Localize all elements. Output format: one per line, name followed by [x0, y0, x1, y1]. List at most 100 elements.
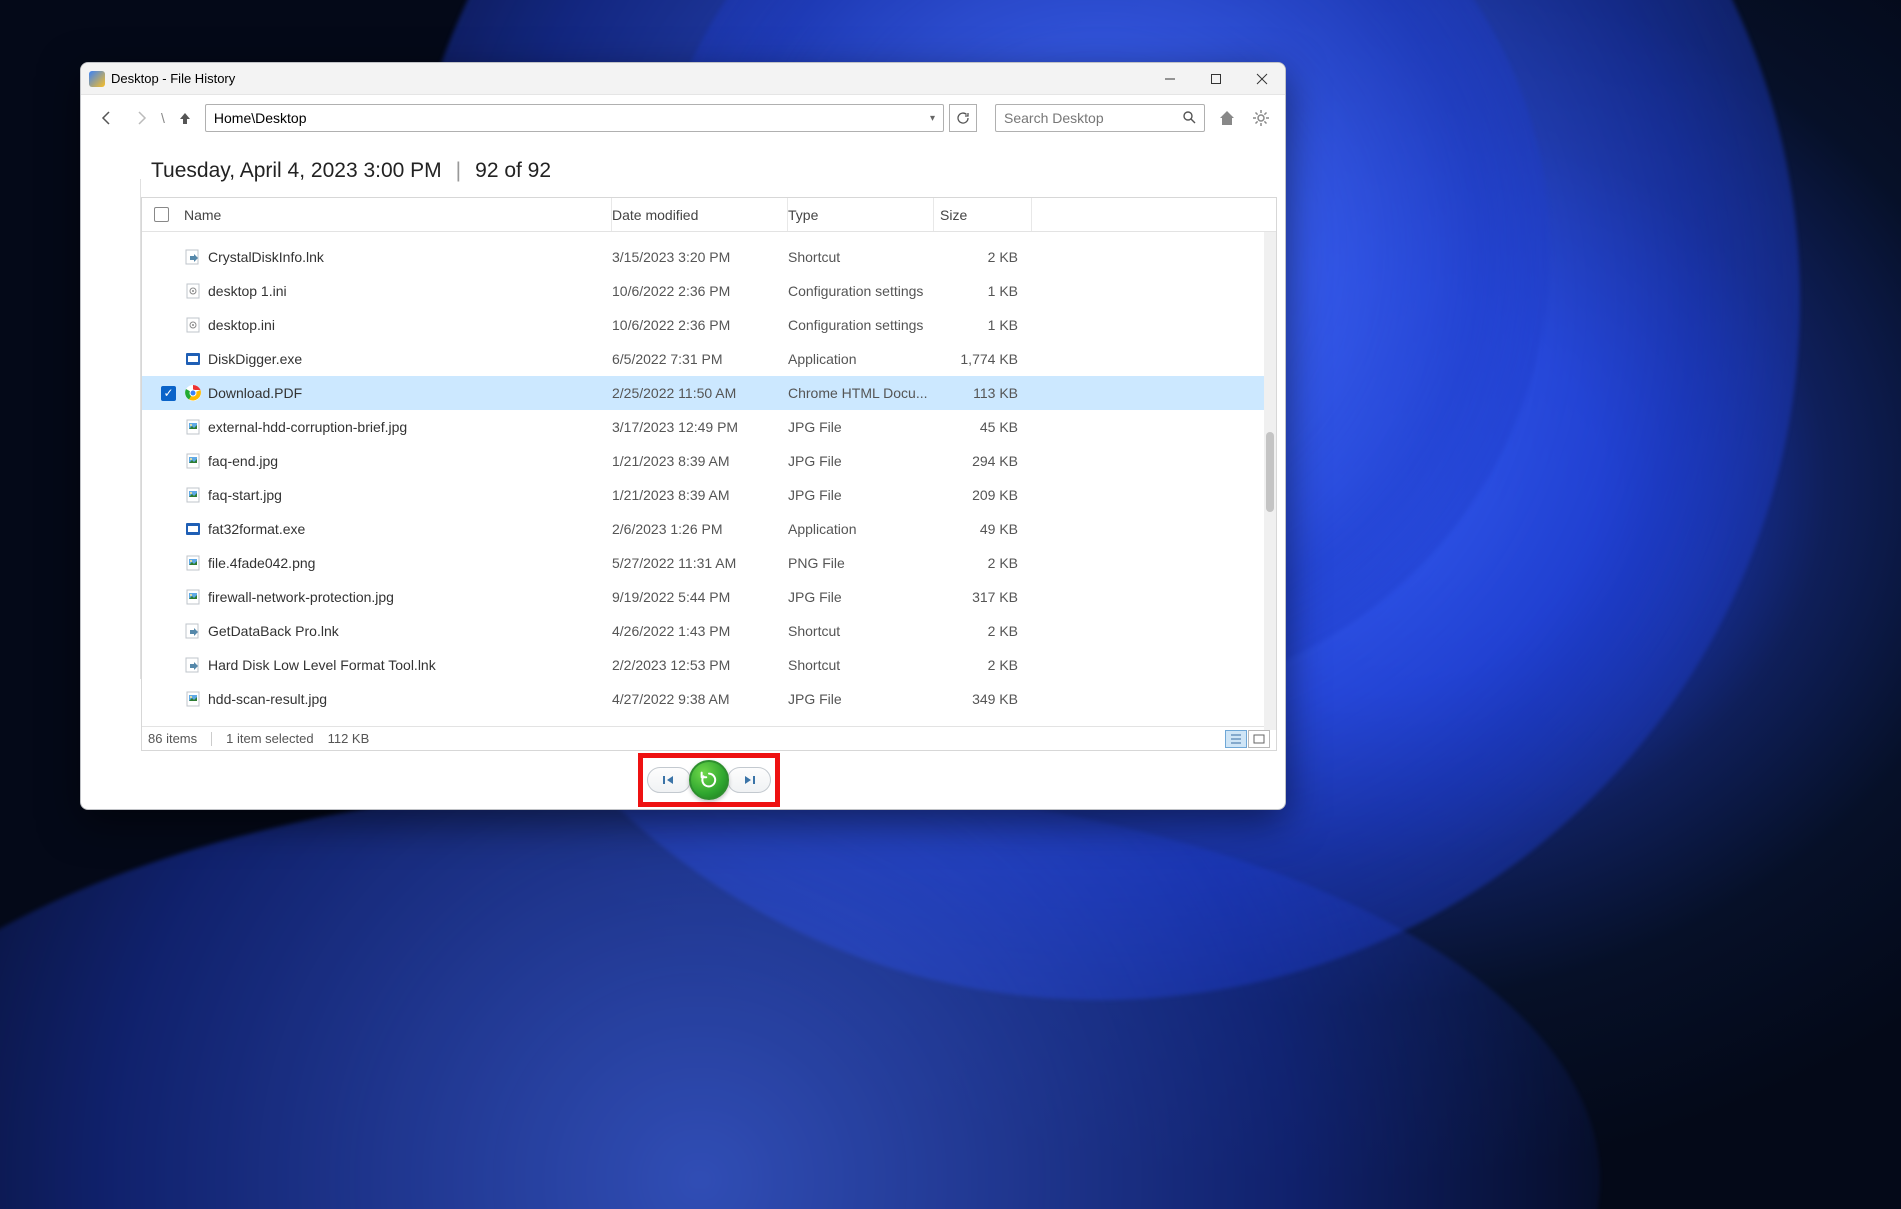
file-name: CrystalDiskInfo.lnk [208, 249, 324, 265]
file-type: PNG File [788, 555, 934, 571]
file-type: Chrome HTML Docu... [788, 385, 934, 401]
search-placeholder: Search Desktop [1004, 110, 1104, 126]
row-checkbox[interactable] [142, 386, 180, 401]
file-size: 45 KB [934, 419, 1032, 435]
file-name-cell[interactable]: file.4fade042.png [180, 554, 612, 572]
search-icon [1182, 110, 1196, 127]
file-size: 2 KB [934, 657, 1032, 673]
file-date: 3/17/2023 12:49 PM [612, 419, 788, 435]
path-separator: \ [161, 110, 165, 126]
table-row[interactable]: Download.PDF2/25/2022 11:50 AMChrome HTM… [142, 376, 1276, 410]
file-date: 2/2/2023 12:53 PM [612, 657, 788, 673]
png-icon [184, 554, 202, 572]
chevron-down-icon[interactable]: ▾ [930, 113, 935, 124]
table-row[interactable]: firewall-network-protection.jpg9/19/2022… [142, 580, 1276, 614]
file-name: desktop.ini [208, 317, 275, 333]
table-row[interactable]: desktop.ini10/6/2022 2:36 PMConfiguratio… [142, 308, 1276, 342]
file-name-cell[interactable]: GetDataBack Pro.lnk [180, 622, 612, 640]
column-headers: Name ⌃ Date modified Type Size [142, 198, 1276, 232]
file-name-cell[interactable]: firewall-network-protection.jpg [180, 588, 612, 606]
table-row[interactable]: faq-end.jpg1/21/2023 8:39 AMJPG File294 … [142, 444, 1276, 478]
maximize-button[interactable] [1193, 63, 1239, 95]
table-row-partial[interactable] [142, 232, 1276, 240]
file-type: Shortcut [788, 249, 934, 265]
file-type: Application [788, 351, 934, 367]
file-type: Configuration settings [788, 317, 934, 333]
minimize-button[interactable] [1147, 63, 1193, 95]
file-name-cell[interactable]: faq-end.jpg [180, 452, 612, 470]
file-name: faq-start.jpg [208, 487, 282, 503]
column-name[interactable]: Name ⌃ [180, 198, 612, 231]
back-button[interactable] [93, 104, 121, 132]
file-date: 1/21/2023 8:39 AM [612, 487, 788, 503]
snapshot-position: 92 of 92 [475, 159, 551, 183]
file-type: JPG File [788, 487, 934, 503]
scrollbar-thumb[interactable] [1266, 432, 1274, 512]
file-size: 113 KB [934, 385, 1032, 401]
restore-button[interactable] [689, 760, 729, 800]
forward-button[interactable] [127, 104, 155, 132]
file-name-cell[interactable]: fat32format.exe [180, 520, 612, 538]
details-view-button[interactable] [1225, 730, 1247, 748]
file-type: JPG File [788, 691, 934, 707]
file-type: JPG File [788, 453, 934, 469]
file-date: 5/27/2022 11:31 AM [612, 555, 788, 571]
file-name: external-hdd-corruption-brief.jpg [208, 419, 407, 435]
file-date: 10/6/2022 2:36 PM [612, 283, 788, 299]
file-size: 2 KB [934, 249, 1032, 265]
column-type[interactable]: Type [788, 198, 934, 231]
file-size: 349 KB [934, 691, 1032, 707]
table-row[interactable]: DiskDigger.exe6/5/2022 7:31 PMApplicatio… [142, 342, 1276, 376]
file-name-cell[interactable]: desktop.ini [180, 316, 612, 334]
table-row[interactable]: hdd-scan-result.jpg4/27/2022 9:38 AMJPG … [142, 682, 1276, 716]
refresh-button[interactable] [949, 104, 977, 132]
settings-button[interactable] [1249, 106, 1273, 130]
thumbnails-view-button[interactable] [1248, 730, 1270, 748]
file-size: 1,774 KB [934, 351, 1032, 367]
table-row[interactable]: CrystalDiskInfo.lnk3/15/2023 3:20 PMShor… [142, 240, 1276, 274]
file-type: Shortcut [788, 623, 934, 639]
file-name-cell[interactable]: Download.PDF [180, 384, 612, 402]
file-name-cell[interactable]: hdd-scan-result.jpg [180, 690, 612, 708]
previous-version-button[interactable] [647, 767, 691, 793]
navigation-toolbar: \ Home\Desktop ▾ Search Desktop [81, 95, 1285, 141]
file-name-cell[interactable]: Hard Disk Low Level Format Tool.lnk [180, 656, 612, 674]
file-type: JPG File [788, 589, 934, 605]
column-size[interactable]: Size [934, 198, 1032, 231]
view-toggle [1225, 730, 1270, 748]
home-button[interactable] [1215, 106, 1239, 130]
table-row[interactable]: GetDataBack Pro.lnk 4/26/2022 1:43 PMShor… [142, 614, 1276, 648]
left-pane [81, 179, 141, 679]
table-row[interactable]: fat32format.exe2/6/2023 1:26 PMApplicati… [142, 512, 1276, 546]
file-name-cell[interactable]: external-hdd-corruption-brief.jpg [180, 418, 612, 436]
table-row[interactable]: Hard Disk Low Level Format Tool.lnk2/2/2… [142, 648, 1276, 682]
column-date[interactable]: Date modified [612, 198, 788, 231]
file-name-cell[interactable]: CrystalDiskInfo.lnk [180, 248, 612, 266]
close-button[interactable] [1239, 63, 1285, 95]
search-input[interactable]: Search Desktop [995, 104, 1205, 132]
file-name: fat32format.exe [208, 521, 305, 537]
select-all-checkbox[interactable] [142, 207, 180, 222]
file-name: GetDataBack Pro.lnk [208, 623, 339, 639]
table-row[interactable]: desktop 1.ini10/6/2022 2:36 PMConfigurat… [142, 274, 1276, 308]
vertical-scrollbar[interactable] [1264, 232, 1276, 730]
file-name: firewall-network-protection.jpg [208, 589, 394, 605]
jpg-icon [184, 452, 202, 470]
file-name: hdd-scan-result.jpg [208, 691, 327, 707]
file-name-cell[interactable]: faq-start.jpg [180, 486, 612, 504]
file-date: 4/26/2022 1:43 PM [612, 623, 788, 639]
table-row[interactable]: file.4fade042.png5/27/2022 11:31 AMPNG F… [142, 546, 1276, 580]
file-size: 209 KB [934, 487, 1032, 503]
table-row[interactable]: faq-start.jpg 1/21/2023 8:39 AMJPG File20… [142, 478, 1276, 512]
exe-blue-icon [184, 350, 202, 368]
file-name-cell[interactable]: DiskDigger.exe [180, 350, 612, 368]
next-version-button[interactable] [727, 767, 771, 793]
app-icon [89, 71, 105, 87]
address-bar[interactable]: Home\Desktop ▾ [205, 104, 944, 132]
up-button[interactable] [171, 104, 199, 132]
file-name-cell[interactable]: desktop 1.ini [180, 282, 612, 300]
table-row[interactable]: external-hdd-corruption-brief.jpg 3/17/20… [142, 410, 1276, 444]
file-size: 1 KB [934, 283, 1032, 299]
titlebar[interactable]: Desktop - File History [81, 63, 1285, 95]
file-rows: CrystalDiskInfo.lnk3/15/2023 3:20 PMShor… [142, 232, 1276, 726]
